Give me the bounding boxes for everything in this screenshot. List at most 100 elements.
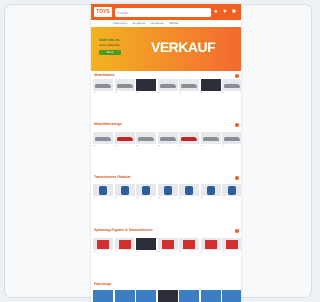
section-arrow-icon[interactable] [235, 74, 239, 78]
product-text: — [222, 144, 225, 147]
product-text: — [114, 196, 118, 199]
product-text: — [93, 144, 96, 147]
product-image [93, 184, 113, 196]
product-text: — [179, 250, 182, 253]
product-tile[interactable]: — [136, 238, 156, 253]
product-text: — [179, 91, 182, 94]
section-title[interactable]: Spielzeug-Figuren & Sammelboxen [94, 228, 153, 232]
product-tile[interactable] [93, 290, 113, 302]
product-image [136, 132, 156, 144]
product-image [222, 79, 241, 91]
product-tile[interactable]: — [222, 184, 241, 199]
product-tile[interactable]: — [179, 132, 199, 147]
section-title[interactable]: Fahrzeuge [94, 282, 112, 286]
banner-button[interactable]: Shop [99, 50, 121, 55]
site-logo[interactable]: TOYS [94, 7, 112, 17]
banner-title: VERKAUF [151, 39, 216, 55]
product-image [157, 238, 178, 250]
product-image [200, 79, 221, 91]
product-text: — [136, 250, 139, 253]
product-tile[interactable] [200, 290, 221, 302]
section-title[interactable]: Modellautos [94, 73, 114, 77]
product-tile[interactable]: — [157, 132, 178, 147]
product-tile[interactable]: — [93, 184, 113, 199]
product-image [93, 290, 113, 302]
product-tile[interactable]: — [200, 132, 221, 147]
product-row: — — — — — — — [93, 238, 241, 253]
product-image [93, 132, 113, 144]
product-tile[interactable]: — [114, 184, 135, 199]
product-tile[interactable]: — [157, 79, 178, 94]
product-image [222, 132, 241, 144]
heart-icon[interactable]: ♥ [223, 9, 229, 15]
product-text: — [114, 91, 118, 94]
nav-item-marken[interactable]: Marken [169, 20, 179, 26]
product-tile[interactable] [179, 290, 199, 302]
section-arrow-icon[interactable] [235, 176, 239, 180]
product-tile[interactable]: — [93, 79, 113, 94]
product-text: — [222, 250, 225, 253]
product-tile[interactable] [222, 290, 241, 302]
product-image [93, 238, 113, 250]
product-image [200, 132, 221, 144]
product-tile[interactable] [157, 290, 178, 302]
product-image [222, 290, 241, 302]
product-image [136, 184, 156, 196]
product-tile[interactable] [136, 290, 156, 302]
product-row: — — — — — — — [93, 184, 241, 199]
product-row [93, 290, 241, 302]
section-title[interactable]: Transformers Roboter [94, 175, 131, 179]
top-bar: TOYS Suche... ● ♥ ■ [91, 4, 241, 20]
product-row: — — — — — — — [93, 79, 241, 94]
product-image [136, 290, 156, 302]
product-text: — [93, 196, 96, 199]
product-tile[interactable]: — [222, 238, 241, 253]
product-text: — [136, 91, 139, 94]
product-tile[interactable]: — [136, 184, 156, 199]
product-tile[interactable]: — [114, 79, 135, 94]
product-tile[interactable]: — [200, 184, 221, 199]
product-tile[interactable] [114, 290, 135, 302]
product-tile[interactable]: — [157, 238, 178, 253]
search-input[interactable]: Suche... [115, 7, 211, 17]
product-tile[interactable]: — [93, 132, 113, 147]
product-tile[interactable]: — [114, 238, 135, 253]
product-tile[interactable]: — [200, 79, 221, 94]
product-tile[interactable]: — [222, 132, 241, 147]
promo-banner[interactable]: Sale bis zu Jetzt entdecken Shop VERKAUF [91, 27, 241, 71]
product-text: — [157, 144, 161, 147]
product-tile[interactable]: — [93, 238, 113, 253]
user-icon[interactable]: ● [214, 9, 220, 15]
section-arrow-icon[interactable] [235, 123, 239, 127]
product-tile[interactable]: — [157, 184, 178, 199]
product-image [200, 184, 221, 196]
banner-subtitle-2: Jetzt entdecken [99, 43, 121, 47]
product-image [222, 238, 241, 250]
nav-item-kategorien[interactable]: Kategorien [113, 20, 128, 26]
product-tile[interactable]: — [136, 79, 156, 94]
product-image [179, 184, 199, 196]
nav-item-neuheiten[interactable]: Neuheiten [150, 20, 164, 26]
cart-icon[interactable]: ■ [232, 9, 238, 15]
product-tile[interactable]: — [200, 238, 221, 253]
product-image [114, 238, 135, 250]
product-image [157, 79, 178, 91]
product-tile[interactable]: — [179, 238, 199, 253]
nav-item-angebote[interactable]: Angebote [133, 20, 146, 26]
product-image [179, 238, 199, 250]
product-tile[interactable]: — [136, 132, 156, 147]
product-image [114, 79, 135, 91]
product-image [136, 79, 156, 91]
product-tile[interactable]: — [179, 184, 199, 199]
product-tile[interactable]: — [179, 79, 199, 94]
section-arrow-icon[interactable] [235, 229, 239, 233]
product-tile[interactable]: — [114, 132, 135, 147]
product-text: — [222, 91, 225, 94]
product-image [114, 290, 135, 302]
nav-bar: Kategorien Angebote Neuheiten Marken [91, 20, 241, 26]
product-tile[interactable]: — [222, 79, 241, 94]
product-image [157, 290, 178, 302]
section-title[interactable]: Modellfahrzeuge [94, 122, 122, 126]
product-image [222, 184, 241, 196]
product-text: — [136, 144, 139, 147]
